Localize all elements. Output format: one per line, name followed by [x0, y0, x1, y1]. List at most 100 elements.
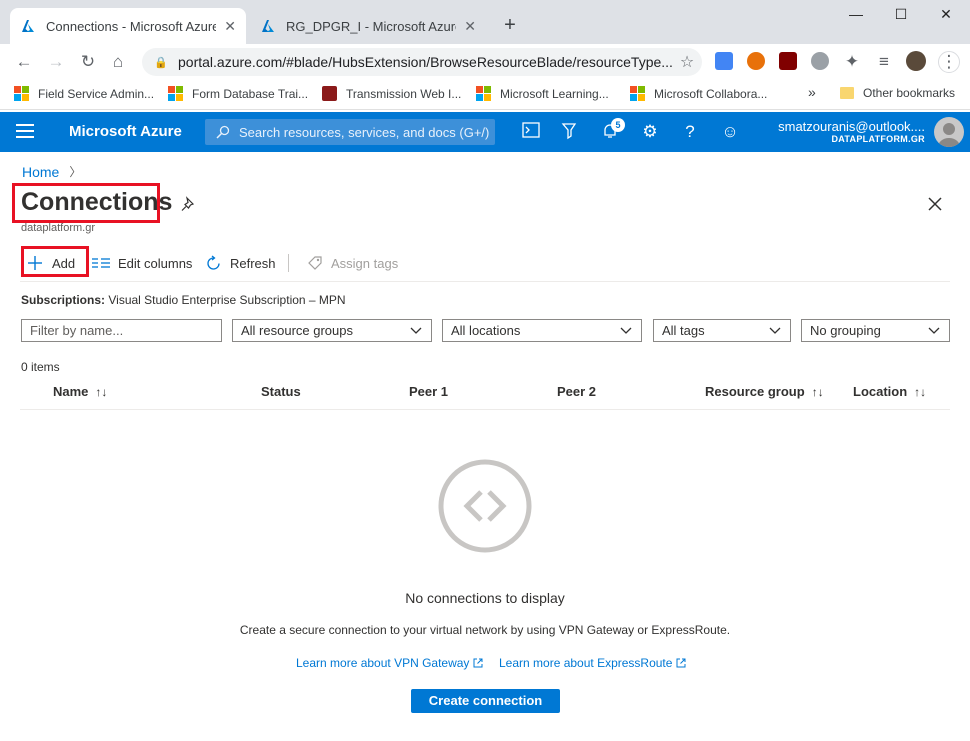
- filter-by-name-input[interactable]: Filter by name...: [21, 319, 222, 342]
- lock-icon: 🔒: [154, 56, 168, 69]
- bookmark-item[interactable]: Microsoft Learning...: [476, 86, 609, 101]
- learn-more-expressroute-link[interactable]: Learn more about ExpressRoute: [499, 656, 686, 670]
- folder-icon: [840, 87, 854, 99]
- bookmark-item[interactable]: Microsoft Collabora...: [630, 86, 767, 101]
- transmission-icon: [322, 86, 337, 101]
- settings-gear-icon[interactable]: ⚙: [640, 122, 660, 142]
- account-info[interactable]: smatzouranis@outlook.... DATAPLATFORM.GR: [778, 119, 925, 144]
- bookmark-star-icon[interactable]: ☆: [672, 52, 702, 72]
- bookmark-label: Microsoft Collabora...: [654, 86, 768, 101]
- cloud-shell-icon[interactable]: [521, 122, 541, 142]
- close-tab-icon[interactable]: ✕: [464, 18, 476, 35]
- divider: [20, 409, 950, 410]
- url-text: portal.azure.com/#blade/HubsExtension/Br…: [178, 54, 672, 70]
- help-icon[interactable]: ?: [680, 122, 700, 142]
- assign-tags-button[interactable]: Assign tags: [307, 250, 398, 276]
- bookmarks-overflow-button[interactable]: »: [808, 84, 816, 100]
- reload-icon[interactable]: ↻: [78, 52, 98, 72]
- extensions-puzzle-icon[interactable]: ✦: [842, 52, 862, 72]
- dropdown-value: All tags: [662, 323, 705, 338]
- global-search-input[interactable]: Search resources, services, and docs (G+…: [205, 119, 495, 145]
- bookmark-item[interactable]: Form Database Trai...: [168, 86, 308, 101]
- back-icon[interactable]: ←: [14, 52, 34, 72]
- subscriptions-label: Subscriptions:: [21, 293, 106, 307]
- profile-avatar[interactable]: [906, 51, 926, 71]
- column-header-name[interactable]: Name ↑↓: [53, 384, 107, 399]
- search-icon: [216, 125, 230, 139]
- microsoft-logo-icon: [14, 86, 29, 101]
- close-icon[interactable]: [924, 193, 946, 215]
- refresh-label: Refresh: [230, 255, 276, 271]
- external-link-icon: [473, 658, 483, 668]
- link-label: Learn more about VPN Gateway: [296, 656, 470, 670]
- account-email: smatzouranis@outlook....: [778, 119, 925, 134]
- close-window-button[interactable]: ✕: [932, 6, 960, 26]
- bookmarks-bar: Field Service Admin... Form Database Tra…: [0, 80, 970, 110]
- close-tab-icon[interactable]: ✕: [224, 18, 236, 35]
- edit-columns-button[interactable]: Edit columns: [92, 250, 192, 276]
- tag-icon: [308, 256, 322, 270]
- column-header-status[interactable]: Status: [261, 384, 301, 399]
- location-dropdown[interactable]: All locations: [442, 319, 642, 342]
- sort-icon: ↑↓: [914, 384, 927, 399]
- portal-menu-icon[interactable]: [16, 124, 34, 140]
- address-bar[interactable]: 🔒 portal.azure.com/#blade/HubsExtension/…: [142, 48, 702, 76]
- media-control-icon[interactable]: ≡: [874, 52, 894, 72]
- google-translate-icon[interactable]: [715, 52, 733, 70]
- tab-title: Connections - Microsoft Azure: [46, 18, 217, 34]
- column-header-peer2[interactable]: Peer 2: [557, 384, 596, 399]
- learn-more-vpn-link[interactable]: Learn more about VPN Gateway: [296, 656, 483, 670]
- ublock-icon[interactable]: [779, 52, 797, 70]
- browser-tab-active[interactable]: Connections - Microsoft Azure ✕: [10, 8, 246, 44]
- home-icon[interactable]: ⌂: [108, 52, 128, 72]
- bookmark-label: Form Database Trai...: [192, 86, 309, 101]
- other-bookmarks-folder[interactable]: Other bookmarks: [840, 86, 955, 100]
- notification-count-badge: 5: [611, 118, 625, 132]
- azure-logo-icon: [262, 20, 274, 32]
- bookmark-label: Other bookmarks: [863, 86, 956, 100]
- alert-extension-icon[interactable]: [747, 52, 765, 70]
- add-label: Add: [52, 255, 76, 271]
- column-header-peer1[interactable]: Peer 1: [409, 384, 448, 399]
- maximize-button[interactable]: ☐: [887, 6, 915, 26]
- resource-group-dropdown[interactable]: All resource groups: [232, 319, 432, 342]
- breadcrumb-home-link[interactable]: Home: [22, 164, 59, 180]
- add-button[interactable]: Add: [27, 250, 75, 276]
- create-connection-button[interactable]: Create connection: [411, 689, 560, 713]
- subscriptions-summary: Subscriptions: Visual Studio Enterprise …: [21, 293, 346, 307]
- assign-tags-label: Assign tags: [331, 255, 399, 271]
- chevron-right-icon: 〉: [69, 165, 82, 179]
- feedback-smiley-icon[interactable]: ☺: [720, 122, 740, 142]
- browser-tab[interactable]: RG_DPGR_I - Microsoft Azure ✕: [250, 8, 486, 44]
- column-header-resource-group[interactable]: Resource group ↑↓: [705, 384, 824, 399]
- columns-icon: [92, 258, 110, 268]
- refresh-button[interactable]: Refresh: [205, 250, 276, 276]
- grouping-dropdown[interactable]: No grouping: [801, 319, 950, 342]
- bookmark-label: Field Service Admin...: [38, 86, 155, 101]
- bookmark-item[interactable]: Transmission Web I...: [322, 86, 461, 101]
- azure-brand[interactable]: Microsoft Azure: [69, 123, 182, 140]
- edit-columns-label: Edit columns: [118, 255, 193, 271]
- bookmark-label: Microsoft Learning...: [500, 86, 609, 101]
- microsoft-logo-icon: [630, 86, 645, 101]
- column-header-location[interactable]: Location ↑↓: [853, 384, 926, 399]
- directory-filter-icon[interactable]: [560, 122, 580, 142]
- pin-icon[interactable]: [178, 195, 198, 215]
- browser-tab-strip: Connections - Microsoft Azure ✕ RG_DPGR_…: [0, 0, 970, 44]
- new-tab-button[interactable]: +: [500, 14, 520, 37]
- tab-title: RG_DPGR_I - Microsoft Azure: [286, 18, 457, 34]
- column-label: Peer 2: [557, 384, 597, 399]
- bookmark-item[interactable]: Field Service Admin...: [14, 86, 154, 101]
- column-label: Location: [853, 384, 908, 399]
- avatar[interactable]: [934, 117, 964, 147]
- breadcrumb: Home 〉: [22, 163, 81, 180]
- microsoft-logo-icon: [476, 86, 491, 101]
- subscriptions-value[interactable]: Visual Studio Enterprise Subscription – …: [108, 293, 345, 307]
- microsoft-logo-icon: [168, 86, 183, 101]
- forward-icon[interactable]: →: [46, 52, 66, 72]
- tags-dropdown[interactable]: All tags: [653, 319, 791, 342]
- menu-kebab-icon[interactable]: ⋮: [938, 51, 960, 73]
- link-label: Learn more about ExpressRoute: [499, 656, 673, 670]
- extension-circle-icon[interactable]: [811, 52, 829, 70]
- minimize-button[interactable]: —: [842, 6, 870, 26]
